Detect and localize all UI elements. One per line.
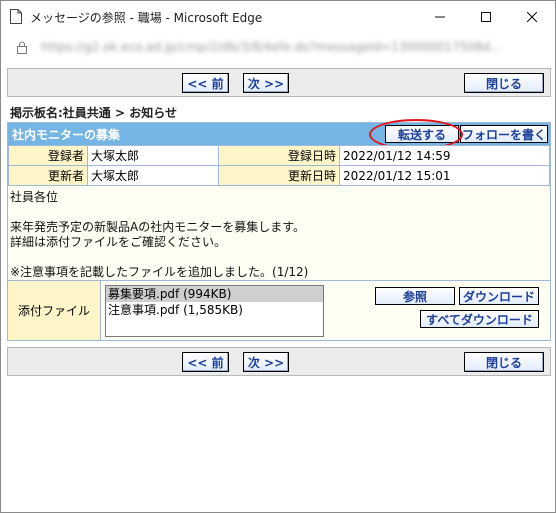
meta-row: 更新者 大塚太郎 更新日時 2022/01/12 15:01 [8, 165, 550, 186]
registered-at-label: 登録日時 [218, 145, 340, 166]
page-icon [10, 9, 22, 24]
attachments-label: 添付ファイル [8, 281, 101, 340]
body-line: 来年発売予定の新製品Aの社内モニターを募集します。 [10, 220, 306, 234]
registrant-label: 登録者 [8, 145, 88, 166]
attachment-item[interactable]: 注意事項.pdf (1,585KB) [106, 302, 323, 318]
registrant-value: 大塚太郎 [87, 145, 219, 166]
download-all-button[interactable]: すべてダウンロード [420, 310, 539, 328]
message-subject: 社内モニターの募集 [12, 128, 121, 142]
body-line: ※注意事項を記載したファイルを追加しました。(1/12) [10, 265, 309, 279]
title-bar: メッセージの参照 - 職場 - Microsoft Edge [1, 1, 555, 32]
updated-at-label: 更新日時 [218, 165, 340, 186]
top-toolbar: << 前 次 >> 閉じる [7, 68, 551, 97]
body-line: 詳細は添付ファイルをご確認ください。 [10, 235, 227, 249]
browser-window: メッセージの参照 - 職場 - Microsoft Edge https://g… [0, 0, 556, 513]
address-url[interactable]: https://g2.ok.eco.ad.jp/cmp/2/db/3/8/4ef… [41, 40, 547, 56]
next-button[interactable]: 次 >> [243, 73, 289, 93]
close-button[interactable]: 閉じる [464, 73, 544, 93]
updater-value: 大塚太郎 [87, 165, 219, 186]
body-line: 社員各位 [10, 190, 59, 204]
subject-bar: 社内モニターの募集 転送する フォローを書く [8, 119, 550, 150]
prev-button[interactable]: << 前 [182, 352, 229, 372]
message-meta-table: 登録者 大塚太郎 登録日時 2022/01/12 14:59 更新者 大塚太郎 … [8, 145, 550, 186]
minimize-button[interactable] [417, 1, 463, 32]
updated-at-value: 2022/01/12 15:01 [339, 165, 550, 186]
lock-icon [17, 41, 27, 54]
bottom-toolbar: << 前 次 >> 閉じる [7, 347, 551, 376]
attachment-item[interactable]: 募集要項.pdf (994KB) [106, 286, 323, 302]
meta-row: 登録者 大塚太郎 登録日時 2022/01/12 14:59 [8, 145, 550, 166]
close-button[interactable]: 閉じる [464, 352, 544, 372]
body-line [10, 250, 548, 265]
close-icon [527, 11, 537, 22]
registered-at-value: 2022/01/12 14:59 [339, 145, 550, 166]
attachment-list[interactable]: 募集要項.pdf (994KB) 注意事項.pdf (1,585KB) [105, 285, 324, 337]
prev-button[interactable]: << 前 [182, 73, 229, 93]
updater-label: 更新者 [8, 165, 88, 186]
message-panel: 社内モニターの募集 転送する フォローを書く 登録者 大塚太郎 登録日時 202… [7, 119, 551, 341]
download-button[interactable]: ダウンロード [459, 287, 539, 305]
page-content: << 前 次 >> 閉じる 掲示板名:社員共通 > お知らせ 社内モニターの募集… [1, 64, 555, 512]
browse-button[interactable]: 参照 [375, 287, 455, 305]
maximize-button[interactable] [463, 1, 509, 32]
follow-button[interactable]: フォローを書く [460, 125, 548, 143]
body-line [10, 205, 548, 220]
forward-button[interactable]: 転送する [385, 125, 459, 143]
next-button[interactable]: 次 >> [243, 352, 289, 372]
breadcrumb: 掲示板名:社員共通 > お知らせ [10, 106, 177, 120]
attachments-row: 添付ファイル 募集要項.pdf (994KB) 注意事項.pdf (1,585K… [8, 280, 550, 340]
address-bar[interactable]: https://g2.ok.eco.ad.jp/cmp/2/db/3/8/4ef… [1, 32, 555, 64]
minimize-icon [435, 16, 445, 17]
close-window-button[interactable] [509, 1, 555, 32]
message-body: 社員各位 来年発売予定の新製品Aの社内モニターを募集します。 詳細は添付ファイル… [10, 190, 548, 280]
maximize-icon [481, 11, 491, 22]
window-title: メッセージの参照 - 職場 - Microsoft Edge [30, 11, 263, 25]
